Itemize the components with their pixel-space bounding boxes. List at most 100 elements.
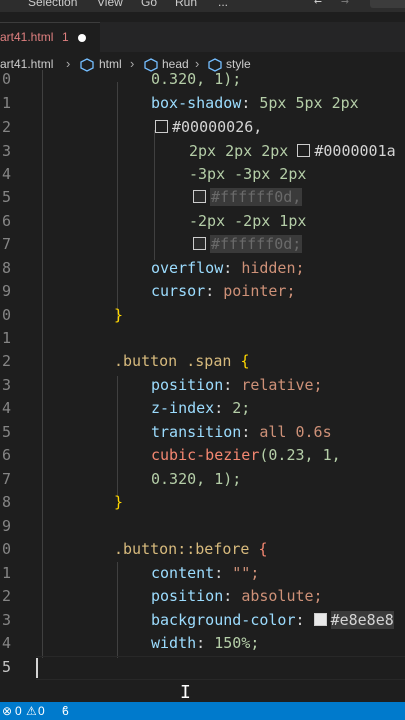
menu-selection[interactable]: Selection: [28, 0, 77, 9]
status-bar: ⊗ 0 ⚠ 0 ϐ: [0, 702, 405, 720]
color-swatch-icon[interactable]: [193, 190, 206, 203]
menu-more[interactable]: ...: [218, 0, 228, 9]
line-number: 5: [1, 423, 11, 441]
chevron-right-icon: ›: [195, 56, 200, 71]
line-number: 1: [1, 564, 11, 582]
css-value: 2px 2px 2px: [189, 142, 289, 160]
breadcrumb-head[interactable]: head: [162, 57, 189, 71]
css-property: overflow: [151, 259, 224, 277]
line-number: 3: [1, 611, 11, 629]
warning-icon[interactable]: ⚠: [26, 704, 37, 718]
code-line: width: 150%;: [151, 634, 260, 652]
css-property: position: [151, 587, 224, 605]
line-number: 9: [1, 282, 11, 300]
line-number: 3: [1, 142, 11, 160]
forward-arrow-icon[interactable]: →: [341, 0, 349, 9]
breadcrumb-html[interactable]: html: [99, 57, 122, 71]
code-line: background-color: #e8e8e8: [151, 611, 394, 629]
code-line: -3px -3px 2px: [189, 165, 306, 183]
breadcrumb-style[interactable]: style: [226, 57, 251, 71]
color-swatch-icon[interactable]: [313, 613, 327, 626]
line-number: 4: [1, 634, 11, 652]
css-property: position: [151, 376, 224, 394]
code-line: cursor: pointer;: [151, 282, 296, 300]
line-number: 1: [1, 329, 11, 347]
line-number: 0: [1, 306, 11, 324]
color-swatch-icon[interactable]: [297, 144, 311, 157]
line-number: 2: [1, 118, 11, 136]
code-line: position: absolute;: [151, 587, 323, 605]
css-selector: .button::before: [114, 540, 250, 558]
line-number: 0: [1, 540, 11, 558]
tab-label: art41.html: [0, 30, 54, 44]
code-line: position: relative;: [151, 376, 323, 394]
code-line: cubic-bezier(0.23, 1,: [151, 446, 341, 464]
back-arrow-icon[interactable]: ←: [314, 0, 322, 9]
line-number: 2: [1, 352, 11, 370]
current-line-highlight: [36, 656, 405, 680]
code-line: z-index: 2;: [151, 399, 251, 417]
tab-art41-html[interactable]: art41.html 1: [0, 22, 100, 53]
code-line: 0.320, 1);: [151, 70, 242, 88]
indent-guide: [117, 562, 118, 658]
css-value: 2;: [232, 399, 251, 417]
css-property: content: [151, 564, 215, 582]
code-line: -2px -2px 1px: [189, 212, 306, 230]
line-number: 0: [1, 70, 11, 88]
css-value: #e8e8e8: [330, 611, 394, 629]
line-number-current: 5: [1, 658, 11, 676]
chevron-right-icon: ›: [130, 56, 135, 71]
css-value: #00000026,: [172, 118, 263, 136]
color-swatch-icon[interactable]: [155, 120, 168, 133]
css-selector: .button .span: [114, 352, 232, 370]
text-cursor-icon: I: [180, 682, 191, 703]
closing-brace: }: [114, 493, 124, 511]
line-number: 8: [1, 259, 11, 277]
unsaved-dot-icon[interactable]: [78, 34, 86, 42]
live-share-icon[interactable]: ϐ: [62, 704, 69, 718]
line-number: 5: [1, 188, 11, 206]
menu-view[interactable]: View: [97, 0, 123, 9]
css-property: background-color: [151, 611, 296, 629]
css-value: (0.23, 1,: [259, 446, 341, 464]
css-value: -3px -3px 2px: [189, 165, 307, 183]
indent-guide: [117, 376, 118, 496]
code-line: transition: all 0.6s: [151, 423, 332, 441]
line-number: 4: [1, 165, 11, 183]
css-value: relative;: [241, 376, 323, 394]
code-line: #ffffff0d;: [193, 235, 303, 253]
line-number: 1: [1, 94, 11, 112]
menu-run[interactable]: Run: [175, 0, 197, 9]
line-number: 6: [1, 212, 11, 230]
css-value: #0000001a: [314, 142, 396, 160]
breadcrumb-file[interactable]: art41.html: [0, 57, 53, 71]
error-icon[interactable]: ⊗: [2, 704, 12, 718]
menu-bar: Selection View Go Run ... ← →: [0, 0, 405, 12]
css-value: #ffffff0d,: [210, 188, 303, 206]
line-number: 3: [1, 376, 11, 394]
css-value: "";: [232, 564, 260, 582]
command-center-input[interactable]: [370, 0, 405, 8]
warning-count[interactable]: 0: [38, 704, 45, 718]
css-value: 150%;: [214, 634, 260, 652]
css-value: 5px 5px 2px: [259, 94, 359, 112]
line-number: 7: [1, 470, 11, 488]
css-value: #ffffff0d;: [210, 235, 303, 253]
chevron-right-icon: ›: [66, 56, 71, 71]
text-caret: [36, 658, 38, 678]
code-line: overflow: hidden;: [151, 259, 305, 277]
color-swatch-icon[interactable]: [193, 237, 206, 250]
line-number: 9: [1, 517, 11, 535]
css-property: box-shadow: [151, 94, 242, 112]
menu-go[interactable]: Go: [141, 0, 157, 9]
css-value: all 0.6s: [259, 423, 332, 441]
indent-guide: [42, 70, 43, 658]
code-editor[interactable]: 0 1 2 3 4 5 6 7 8 9 0 1 2 3 4 5 6 7 8 9 …: [0, 70, 405, 703]
error-count[interactable]: 0: [15, 704, 22, 718]
css-value: pointer;: [223, 282, 296, 300]
css-property: cursor: [151, 282, 206, 300]
code-line: .button::before {: [114, 540, 268, 558]
closing-brace: }: [114, 306, 124, 324]
opening-brace: {: [240, 352, 250, 370]
code-line: #00000026,: [155, 118, 262, 136]
